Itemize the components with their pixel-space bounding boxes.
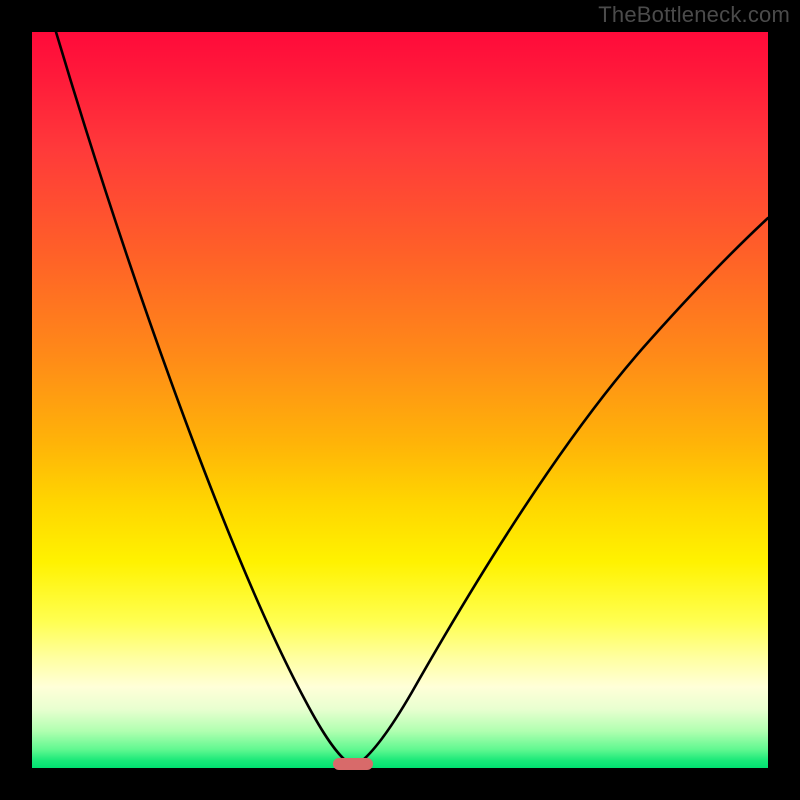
watermark-text: TheBottleneck.com <box>598 2 790 28</box>
curve-left <box>56 32 350 764</box>
chart-frame: TheBottleneck.com <box>0 0 800 800</box>
bottleneck-curve <box>0 0 800 800</box>
curve-right <box>358 218 768 764</box>
optimal-marker <box>333 758 373 770</box>
